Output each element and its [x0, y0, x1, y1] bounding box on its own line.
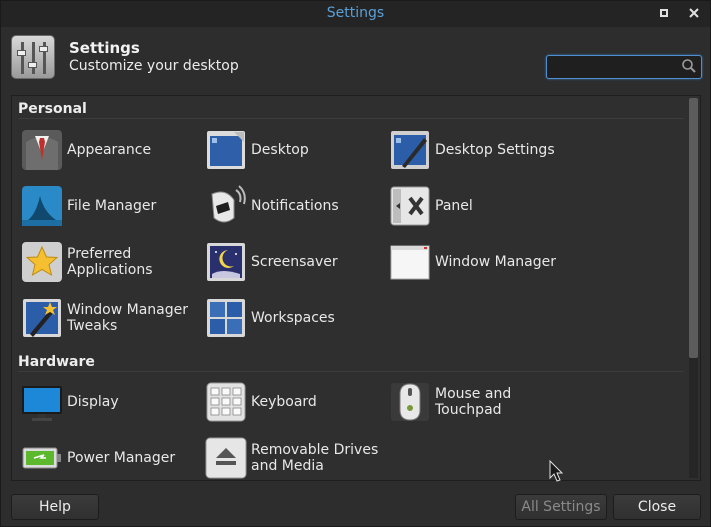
item-label: Desktop Settings	[435, 142, 555, 158]
item-label: Desktop	[251, 142, 309, 158]
close-icon	[689, 8, 699, 18]
item-label: Keyboard	[251, 394, 317, 410]
close-window-button[interactable]	[686, 5, 702, 21]
header: Settings Customize your desktop	[1, 27, 710, 93]
label-line: Tweaks	[67, 318, 118, 334]
page-title: Settings	[69, 39, 140, 57]
divider	[18, 118, 684, 119]
item-desktop[interactable]: Desktop	[204, 126, 384, 174]
panel-icon	[390, 186, 430, 226]
item-label: Workspaces	[251, 310, 335, 326]
label-line: Applications	[67, 262, 153, 278]
scrollbar-thumb[interactable]	[689, 98, 698, 358]
file-manager-icon	[22, 186, 62, 226]
page-subtitle: Customize your desktop	[69, 58, 239, 74]
close-button[interactable]: Close	[613, 494, 701, 520]
maximize-icon	[660, 9, 668, 17]
item-notifications[interactable]: Notifications	[204, 182, 384, 230]
screensaver-icon	[207, 243, 245, 281]
item-label: Preferred Applications	[67, 238, 207, 286]
desktop-icon	[207, 131, 245, 169]
search-input[interactable]	[546, 55, 702, 79]
item-label: Screensaver	[251, 254, 338, 270]
section-personal: Personal	[18, 101, 87, 117]
title-bar: Settings	[1, 1, 710, 27]
item-label: Window Manager Tweaks	[67, 294, 207, 342]
mouse-icon	[391, 383, 429, 421]
label-line: Window Manager	[67, 302, 189, 318]
section-hardware: Hardware	[18, 354, 95, 370]
scrollbar[interactable]	[689, 98, 698, 478]
item-label: Power Manager	[67, 450, 176, 466]
item-panel[interactable]: Panel	[388, 182, 568, 230]
item-desktop-settings[interactable]: Desktop Settings	[388, 126, 568, 174]
item-workspaces[interactable]: Workspaces	[204, 294, 384, 342]
eject-icon	[205, 437, 247, 479]
item-removable-drives[interactable]: Removable Drives and Media	[204, 434, 384, 480]
keyboard-icon	[206, 382, 246, 422]
item-keyboard[interactable]: Keyboard	[204, 378, 384, 426]
mouse-pointer-icon	[549, 460, 563, 482]
label-line: Mouse and	[435, 386, 512, 402]
item-mouse-touchpad[interactable]: Mouse and Touchpad	[388, 378, 568, 426]
maximize-button[interactable]	[656, 5, 672, 21]
all-settings-button[interactable]: All Settings	[515, 494, 607, 520]
item-appearance[interactable]: Appearance	[20, 126, 200, 174]
window-manager-tweaks-icon	[23, 299, 61, 337]
item-screensaver[interactable]: Screensaver	[204, 238, 384, 286]
label-line: Touchpad	[435, 402, 502, 418]
item-preferred-applications[interactable]: Preferred Applications	[20, 238, 200, 286]
notifications-icon	[211, 185, 246, 223]
search-icon[interactable]	[681, 58, 697, 74]
settings-window: Settings Settings Customize your desktop…	[0, 0, 711, 527]
desktop-settings-icon	[391, 131, 429, 169]
item-display[interactable]: Display	[20, 378, 200, 426]
item-file-manager[interactable]: File Manager	[20, 182, 200, 230]
preferred-applications-icon	[22, 242, 62, 282]
settings-list: Personal Appearance Desktop Desktop Sett…	[11, 95, 701, 481]
battery-icon	[22, 447, 61, 469]
item-label: File Manager	[67, 198, 157, 214]
item-window-manager-tweaks[interactable]: Window Manager Tweaks	[20, 294, 200, 342]
item-label: Panel	[435, 198, 473, 214]
label-line: Removable Drives	[251, 442, 379, 458]
item-label: Removable Drives and Media	[251, 434, 391, 480]
footer: Help All Settings Close	[1, 483, 710, 527]
help-button[interactable]: Help	[11, 494, 99, 520]
label-line: Preferred	[67, 246, 132, 262]
settings-sliders-icon	[11, 35, 55, 79]
display-icon	[22, 386, 62, 421]
item-window-manager[interactable]: Window Manager	[388, 238, 568, 286]
window-title: Settings	[326, 5, 385, 21]
divider	[18, 371, 684, 372]
item-label: Appearance	[67, 142, 152, 158]
label-line: and Media	[251, 458, 324, 474]
workspaces-icon	[207, 299, 245, 337]
item-label: Mouse and Touchpad	[435, 378, 575, 426]
appearance-icon	[22, 130, 62, 170]
window-manager-icon	[390, 245, 430, 280]
item-label: Window Manager	[435, 254, 557, 270]
item-label: Display	[67, 394, 119, 410]
item-power-manager[interactable]: Power Manager	[20, 434, 200, 480]
item-label: Notifications	[251, 198, 339, 214]
